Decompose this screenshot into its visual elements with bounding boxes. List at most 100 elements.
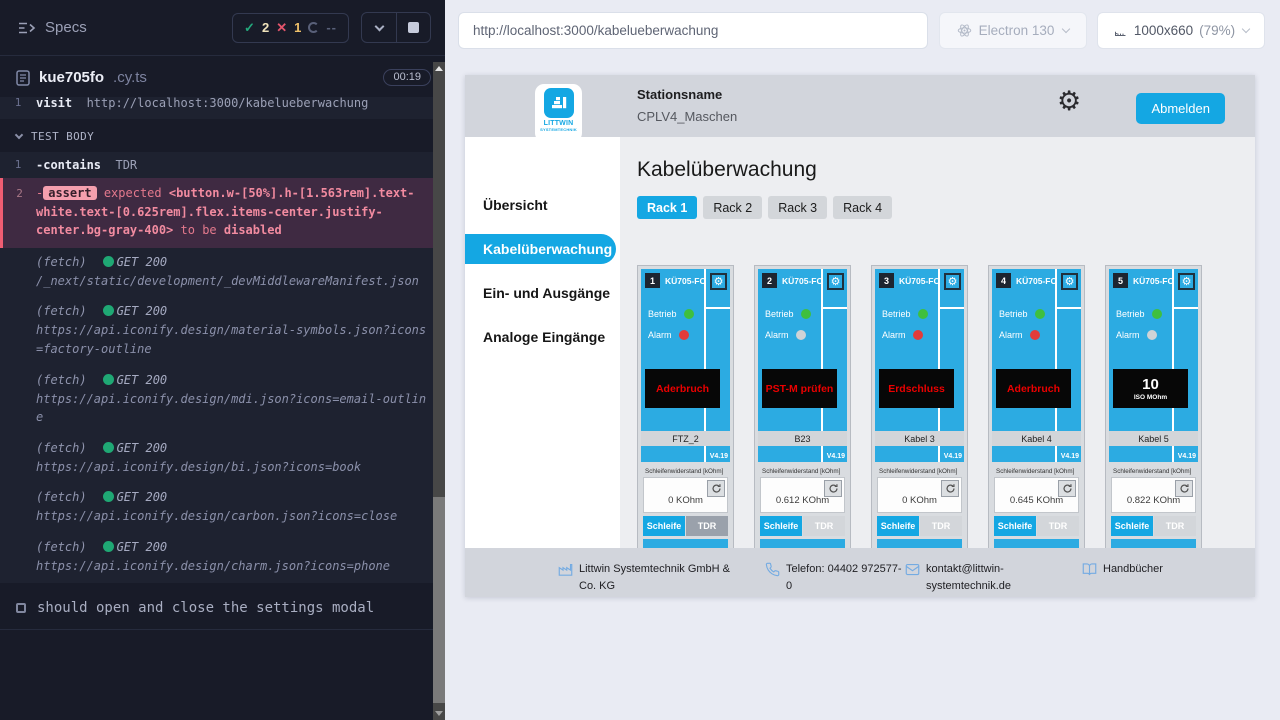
passed-check-icon: ✓ [244,20,255,36]
test-stats[interactable]: ✓ 2 ✕ 1 -- [232,13,349,43]
schleife-button[interactable]: Schleife [877,516,919,536]
logout-button[interactable]: Abmelden [1136,93,1225,124]
scroll-up-arrow-icon[interactable] [435,66,443,71]
schleife-button[interactable]: Schleife [643,516,685,536]
specs-label: Specs [45,19,87,36]
fetch-log-entry[interactable]: (fetch)GET 200 /_next/static/development… [0,248,445,298]
address-bar[interactable]: http://localhost:3000/kabelueberwachung [458,12,928,49]
tab-rack-1[interactable]: Rack 1 [637,196,697,219]
resistance-value-box: 0.645 KOhm [994,477,1079,513]
card-settings-icon[interactable]: ⚙ [944,273,961,290]
ku705-card-2: ⚙ 2KÜ705-FO Betrieb Alarm PST-M prüfen B… [754,265,851,548]
nav-item-uebersicht[interactable]: Übersicht [465,190,620,220]
spec-file-row[interactable]: kue705fo.cy.ts 00:19 [0,56,445,97]
scrollbar-thumb[interactable] [433,497,445,703]
card-number-badge: 5 [1113,273,1128,288]
nav-item-analoge-eingaenge[interactable]: Analoge Eingänge [465,322,620,352]
card-settings-icon[interactable]: ⚙ [710,273,727,290]
fetch-status: GET 200 [117,441,168,455]
betrieb-led [1152,309,1162,319]
assert-expected: expected [104,186,162,200]
ku705-card-1: ⚙ 1KÜ705-FO Betrieb Alarm Aderbruch FTZ_… [637,265,734,548]
divider [823,307,847,309]
refresh-icon [945,483,956,494]
collapse-dropdown-button[interactable] [362,13,396,42]
resistance-value-box: 0.612 KOhm [760,477,845,513]
fetch-log-entry[interactable]: (fetch)GET 200 https://api.iconify.desig… [0,297,445,365]
contains-command-row[interactable]: 1 -contains TDR [0,152,445,178]
resistance-value: 0.822 KOhm [1112,495,1195,506]
refresh-icon [711,483,722,494]
tdr-button[interactable]: TDR [686,516,728,536]
footer-company: Littwin Systemtechnik GmbH & Co. KG [558,561,731,594]
ku705-card-4: ⚙ 4KÜ705-FO Betrieb Alarm Aderbruch Kabe… [988,265,1085,548]
alarm-led [1147,330,1157,340]
status-display: Aderbruch [996,369,1071,408]
footer-manuals-link[interactable]: Handbücher [1082,561,1163,578]
viewport-size-selector[interactable]: 1000x660 (79%) [1097,12,1265,49]
schleife-button[interactable]: Schleife [760,516,802,536]
logo-subtext: SYSTEMTECHNIK [540,127,577,132]
fetch-log-entry[interactable]: (fetch)GET 200 https://api.iconify.desig… [0,366,445,434]
divider [1055,446,1057,462]
fetch-status: GET 200 [117,304,168,318]
browser-selector[interactable]: Electron 130 [939,12,1087,49]
viewport-zoom: (79%) [1199,23,1235,38]
fetch-log-entry[interactable]: (fetch)GET 200 https://api.iconify.desig… [0,483,445,533]
viewport-size: 1000x660 [1134,23,1193,38]
tdr-button[interactable]: TDR [803,516,845,536]
divider [1172,446,1174,462]
tab-rack-2[interactable]: Rack 2 [703,196,762,219]
panel-scrollbar[interactable] [433,62,445,720]
settings-gear-icon[interactable]: ⚙ [1057,88,1081,115]
firmware-version: V4.19 [710,453,728,460]
card-bottom-strip [994,539,1079,548]
specs-toggle[interactable]: Specs [18,19,224,36]
tdr-button[interactable]: TDR [1154,516,1196,536]
schleife-button[interactable]: Schleife [1111,516,1153,536]
alarm-label: Alarm [999,330,1023,340]
tab-rack-4[interactable]: Rack 4 [833,196,892,219]
failed-assert-row[interactable]: 2 -assert expected <button.w-[50%].h-[1.… [0,178,445,248]
card-number-badge: 3 [879,273,894,288]
stop-run-button[interactable] [396,13,430,42]
resistance-label: Schleifenwiderstand [kOhm] [877,468,962,475]
card-bottom-strip [1111,539,1196,548]
betrieb-led [801,309,811,319]
alarm-label: Alarm [882,330,906,340]
app-footer: Littwin Systemtechnik GmbH & Co. KG Tele… [465,548,1255,597]
command-block: 1 -contains TDR 2 -assert expected <butt… [0,152,445,583]
resistance-label: Schleifenwiderstand [kOhm] [760,468,845,475]
card-settings-icon[interactable]: ⚙ [1178,273,1195,290]
pending-test-row[interactable]: should open and close the settings modal [0,587,445,630]
alarm-label: Alarm [1116,330,1140,340]
footer-phone: Telefon: 04402 972577-0 [765,561,904,594]
test-body-section-header[interactable]: TEST BODY [0,119,445,152]
spec-timer-badge: 00:19 [383,69,431,86]
schleife-button[interactable]: Schleife [994,516,1036,536]
cable-name: B23 [758,431,847,446]
tdr-button[interactable]: TDR [920,516,962,536]
fetch-log-entry[interactable]: (fetch)GET 200 https://api.iconify.desig… [0,434,445,484]
nav-item-kabelueberwachung[interactable]: Kabelüberwachung [465,234,616,264]
command-name: visit [36,97,72,110]
card-settings-icon[interactable]: ⚙ [1061,273,1078,290]
command-number: 2 [3,184,36,240]
nav-item-ein-und-ausgaenge[interactable]: Ein- und Ausgänge [465,278,620,308]
alarm-led [1030,330,1040,340]
scroll-down-arrow-icon[interactable] [435,711,443,716]
betrieb-label: Betrieb [999,309,1028,319]
spec-file-ext: .cy.ts [113,69,147,86]
fetch-url: https://api.iconify.design/charm.json?ic… [36,557,429,576]
aut-toolbar: http://localhost:3000/kabelueberwachung … [458,12,1265,49]
tdr-button[interactable]: TDR [1037,516,1079,536]
cypress-reporter-panel: Specs ✓ 2 ✕ 1 -- kue705fo.cy.ts 00:19 1 … [0,0,445,720]
tab-rack-3[interactable]: Rack 3 [768,196,827,219]
pending-test-title: should open and close the settings modal [37,600,374,616]
resistance-value-box: 0.822 KOhm [1111,477,1196,513]
status-ok-dot [103,256,114,267]
visit-command-row[interactable]: 1 visit http://localhost:3000/kabelueber… [0,97,445,116]
command-log: 1 visit http://localhost:3000/kabelueber… [0,97,445,630]
fetch-log-entry[interactable]: (fetch)GET 200 https://api.iconify.desig… [0,533,445,583]
card-settings-icon[interactable]: ⚙ [827,273,844,290]
